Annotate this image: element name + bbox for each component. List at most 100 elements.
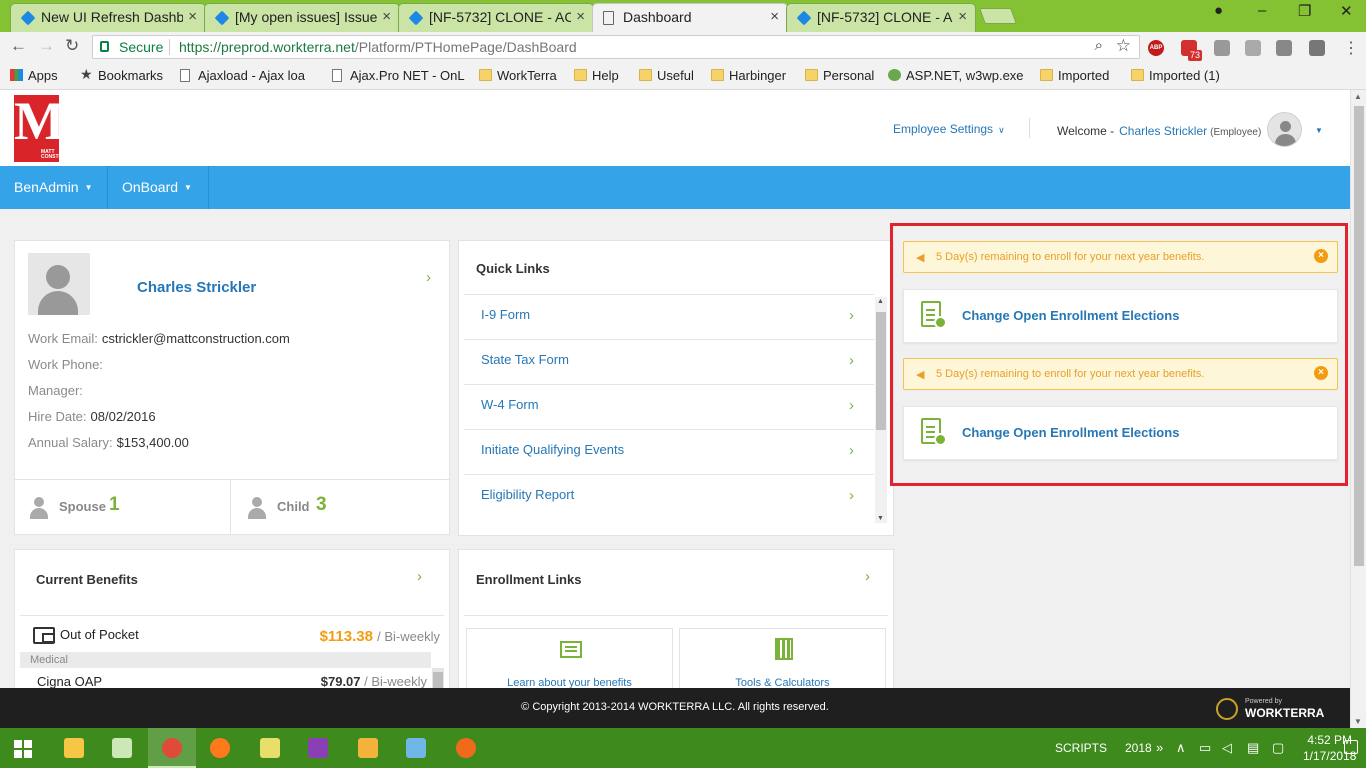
app-icon[interactable] bbox=[442, 728, 490, 768]
divider bbox=[464, 615, 888, 616]
file-explorer-icon[interactable] bbox=[50, 728, 98, 768]
caret-down-icon[interactable]: ▼ bbox=[1315, 126, 1323, 135]
quick-link-state-tax[interactable]: State Tax Form › bbox=[464, 339, 874, 384]
change-enrollment-link[interactable]: Change Open Enrollment Elections bbox=[962, 308, 1179, 323]
quick-link-w4[interactable]: W-4 Form › bbox=[464, 384, 874, 429]
firefox-icon[interactable] bbox=[196, 728, 244, 768]
browser-tab[interactable]: [NF-5732] CLONE - AC × bbox=[398, 3, 594, 32]
tray-year-label[interactable]: 2018 bbox=[1125, 741, 1152, 755]
quick-link-qualifying-events[interactable]: Initiate Qualifying Events › bbox=[464, 429, 874, 474]
camera-extension-icon[interactable] bbox=[1276, 40, 1292, 56]
new-tab-button[interactable] bbox=[979, 8, 1017, 24]
child-dependent[interactable]: Child 3 bbox=[231, 480, 450, 534]
close-window-icon[interactable]: ✕ bbox=[1340, 2, 1353, 20]
bookmark-folder[interactable]: Personal bbox=[805, 68, 874, 83]
bookmark-folder[interactable]: Useful bbox=[639, 68, 694, 83]
scroll-thumb[interactable] bbox=[876, 312, 886, 430]
chevron-right-icon[interactable]: › bbox=[426, 269, 431, 286]
back-icon[interactable]: ← bbox=[10, 36, 27, 56]
chevron-right-icon[interactable]: › bbox=[417, 568, 422, 585]
footer-brand: WORKTERRA bbox=[1245, 706, 1325, 720]
visual-studio-icon[interactable] bbox=[294, 728, 342, 768]
scroll-thumb[interactable] bbox=[433, 672, 443, 688]
keyboard-icon[interactable]: ▤ bbox=[1247, 740, 1259, 756]
tab-title: New UI Refresh Dashbo bbox=[41, 9, 183, 25]
tray-scripts-label[interactable]: SCRIPTS bbox=[1055, 741, 1107, 755]
close-icon[interactable]: × bbox=[1314, 249, 1328, 263]
bookmark-star-icon[interactable]: ☆ bbox=[1116, 36, 1131, 56]
nav-benadmin[interactable]: BenAdmin ▼ bbox=[0, 166, 108, 209]
browser-tab-active[interactable]: Dashboard × bbox=[592, 3, 788, 32]
address-bar[interactable]: Secure https://preprod.workterra.net/Pla… bbox=[92, 35, 1140, 59]
pdf-extension-icon[interactable] bbox=[1245, 40, 1261, 56]
bookmark-apps[interactable]: Apps bbox=[10, 68, 58, 83]
tools-calculators-tile[interactable]: Tools & Calculators bbox=[679, 628, 886, 688]
chevron-right-icon[interactable]: › bbox=[865, 568, 870, 585]
reload-icon[interactable]: ↻ bbox=[65, 36, 79, 56]
adblock-icon[interactable]: ABP bbox=[1148, 40, 1164, 56]
scroll-down-icon[interactable]: ▼ bbox=[1354, 717, 1362, 726]
spouse-dependent[interactable]: Spouse 1 bbox=[15, 480, 231, 534]
chrome-icon[interactable] bbox=[148, 728, 196, 768]
quick-link-eligibility-report[interactable]: Eligibility Report › bbox=[464, 474, 874, 519]
tray-chevron-icon[interactable]: » bbox=[1156, 740, 1163, 755]
user-name-link[interactable]: Charles Strickler bbox=[1119, 124, 1207, 138]
bookmark-folder[interactable]: Harbinger bbox=[711, 68, 786, 83]
change-enrollment-link[interactable]: Change Open Enrollment Elections bbox=[962, 425, 1179, 440]
chrome-menu-icon[interactable]: ⋮ bbox=[1343, 38, 1359, 58]
notifications-icon[interactable] bbox=[1344, 740, 1358, 754]
company-logo[interactable]: M MATT CONSTRUCTION bbox=[14, 94, 81, 162]
nav-onboard[interactable]: OnBoard ▼ bbox=[108, 166, 209, 209]
windows-start-icon[interactable] bbox=[14, 740, 32, 758]
paint-icon[interactable] bbox=[392, 728, 440, 768]
show-hidden-icons-icon[interactable]: ∧ bbox=[1176, 740, 1186, 756]
volume-icon[interactable]: ◁ bbox=[1222, 740, 1232, 756]
bookmark-folder[interactable]: Imported bbox=[1040, 68, 1109, 83]
bookmark-folder[interactable]: WorkTerra bbox=[479, 68, 557, 83]
benefits-scrollbar[interactable] bbox=[432, 668, 444, 688]
close-icon[interactable]: × bbox=[382, 4, 391, 30]
close-icon[interactable]: × bbox=[576, 4, 585, 30]
bookmark-item[interactable]: ★ Bookmarks bbox=[80, 66, 163, 83]
change-enrollment-card[interactable]: Change Open Enrollment Elections bbox=[903, 289, 1338, 343]
app-icon[interactable] bbox=[344, 728, 392, 768]
minimize-icon[interactable]: – bbox=[1258, 2, 1266, 19]
profile-icon[interactable]: ● bbox=[1214, 2, 1223, 19]
notepad-icon[interactable] bbox=[98, 728, 146, 768]
browser-tab[interactable]: New UI Refresh Dashbo × bbox=[10, 3, 206, 32]
browser-tab[interactable]: [NF-5732] CLONE - AC × bbox=[786, 3, 976, 32]
close-icon[interactable]: × bbox=[1314, 366, 1328, 380]
close-icon[interactable]: × bbox=[770, 4, 779, 30]
scroll-up-icon[interactable]: ▲ bbox=[1354, 92, 1362, 101]
profile-name[interactable]: Charles Strickler bbox=[137, 279, 256, 296]
close-icon[interactable]: × bbox=[188, 4, 197, 30]
change-enrollment-card[interactable]: Change Open Enrollment Elections bbox=[903, 406, 1338, 460]
employee-settings-menu[interactable]: Employee Settings ∨ bbox=[893, 122, 1005, 136]
scroll-thumb[interactable] bbox=[1354, 106, 1364, 566]
avatar[interactable] bbox=[1267, 112, 1302, 147]
close-icon[interactable]: × bbox=[958, 4, 967, 30]
bookmark-item[interactable]: Ajaxload - Ajax loa bbox=[180, 68, 320, 83]
scroll-up-icon[interactable]: ▲ bbox=[877, 298, 884, 305]
bookmark-item[interactable]: ASP.NET, w3wp.exe bbox=[888, 68, 1026, 83]
bookmark-item[interactable]: Ajax.Pro NET - OnL bbox=[332, 68, 466, 83]
app-icon[interactable] bbox=[246, 728, 294, 768]
bookmark-folder[interactable]: Help bbox=[574, 68, 619, 83]
bookmark-folder[interactable]: Imported (1) bbox=[1131, 68, 1220, 83]
quick-links-scrollbar[interactable]: ▲ ▼ bbox=[875, 297, 887, 523]
url-text[interactable]: https://preprod.workterra.net/Platform/P… bbox=[179, 39, 577, 55]
action-center-icon[interactable]: ▢ bbox=[1272, 740, 1284, 756]
quick-link-i9[interactable]: I-9 Form › bbox=[464, 294, 874, 339]
extension-icon[interactable] bbox=[1309, 40, 1325, 56]
network-icon[interactable]: ▭ bbox=[1199, 740, 1211, 756]
out-of-pocket-amount: $113.38 / Bi-weekly bbox=[320, 628, 440, 645]
benefit-row[interactable]: Cigna OAP $79.07 / Bi-weekly bbox=[20, 668, 431, 688]
scroll-down-icon[interactable]: ▼ bbox=[877, 515, 884, 522]
zoom-icon[interactable]: ⌕ bbox=[1095, 37, 1103, 54]
page-scrollbar[interactable]: ▲ ▼ bbox=[1350, 90, 1366, 728]
extension-icon[interactable] bbox=[1214, 40, 1230, 56]
browser-tab[interactable]: [My open issues] Issue × bbox=[204, 3, 400, 32]
learn-benefits-tile[interactable]: Learn about your benefits bbox=[466, 628, 673, 688]
restore-icon[interactable]: ❐ bbox=[1298, 2, 1311, 20]
forward-icon[interactable]: → bbox=[38, 36, 55, 56]
